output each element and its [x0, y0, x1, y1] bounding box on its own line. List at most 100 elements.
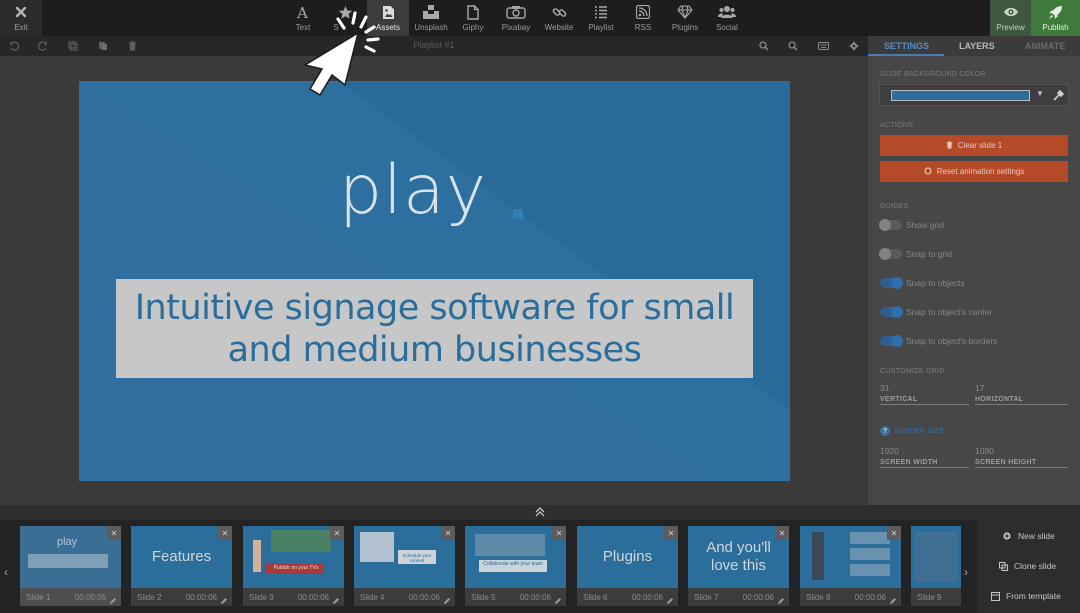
slide-thumbnail-3[interactable]: Publish on your TVs ✕ Slide 3 00:00:06	[243, 526, 344, 606]
tab-animate[interactable]: ANIMATE	[1025, 41, 1065, 51]
slide-thumbnail-5[interactable]: Collaborate with your team ✕ Slide 5 00:…	[465, 526, 566, 606]
close-icon[interactable]: ✕	[775, 526, 789, 540]
close-icon[interactable]: ✕	[664, 526, 678, 540]
snap-center-toggle-row[interactable]: Snap to object's center	[880, 305, 992, 319]
tab-settings[interactable]: SETTINGS	[884, 41, 929, 51]
pencil-icon[interactable]	[332, 592, 340, 606]
clone-slide-button[interactable]: Clone slide	[998, 556, 1056, 576]
thumb-image-grid	[271, 530, 331, 552]
close-icon[interactable]: ✕	[107, 526, 121, 540]
slide-thumbnail-2[interactable]: Features ✕ Slide 2 00:00:06	[131, 526, 232, 606]
thumb-footer: Slide 4 00:00:06	[354, 588, 455, 606]
clear-slide-label: Clear slide 1	[957, 141, 1003, 150]
rss-icon	[636, 4, 650, 20]
canvas-area[interactable]: play Intuitive signage software for smal…	[0, 56, 868, 505]
chevron-down-icon[interactable]: ▼	[1036, 89, 1044, 98]
pencil-icon[interactable]	[666, 592, 674, 606]
new-slide-button[interactable]: New slide	[1002, 526, 1055, 546]
slide-logo-text[interactable]: play	[339, 151, 487, 230]
pixabay-tool-button[interactable]: Pixabay	[498, 0, 534, 36]
slide-thumbnail-1[interactable]: play ✕ Slide 1 00:00:05	[20, 526, 121, 606]
screen-width-value: 1920	[880, 446, 899, 456]
publish-button[interactable]: Publish	[1031, 0, 1080, 36]
pencil-icon[interactable]	[109, 592, 117, 606]
screen-size-help[interactable]: ? SCREEN SIZE	[880, 426, 944, 436]
bg-color-picker[interactable]: ▼	[879, 84, 1069, 106]
eyedropper-icon[interactable]	[1052, 89, 1065, 107]
slide-thumbnail-7[interactable]: And you'll love this ✕ Slide 7 00:00:06	[688, 526, 789, 606]
giphy-tool-label: Giphy	[462, 23, 484, 32]
slide-name: Slide 8	[806, 593, 831, 602]
playlist-tool-label: Playlist	[588, 23, 614, 32]
bg-color-heading: SLIDE BACKGROUND COLOR	[880, 71, 986, 78]
pencil-icon[interactable]	[554, 592, 562, 606]
circle-icon	[924, 166, 932, 177]
slide-thumbnail-4[interactable]: Schedule your content ✕ Slide 4 00:00:06	[354, 526, 455, 606]
grid-vertical-value: 31	[880, 383, 890, 393]
screen-height-label: SCREEN HEIGHT	[975, 459, 1037, 466]
slide-name: Slide 1	[26, 593, 51, 602]
zoom-in-icon[interactable]	[757, 39, 771, 53]
tab-layers[interactable]: LAYERS	[959, 41, 995, 51]
grid-vertical-field[interactable]: 31 VERTICAL	[880, 383, 969, 405]
slide-filmstrip: ‹ play ✕ Slide 1 00:00:05 Features ✕ Sli…	[0, 520, 1080, 613]
close-icon[interactable]: ✕	[887, 526, 901, 540]
grid-horizontal-field[interactable]: 17 HORIZONTAL	[975, 383, 1068, 405]
zoom-out-icon[interactable]	[786, 39, 800, 53]
reset-animation-button[interactable]: Reset animation settings	[880, 161, 1068, 182]
slide-name: Slide 6	[583, 593, 608, 602]
slide-canvas[interactable]: play Intuitive signage software for smal…	[79, 81, 790, 481]
slide-duration: 00:00:06	[631, 593, 663, 602]
preview-button[interactable]: Preview	[990, 0, 1031, 36]
plugins-tool-button[interactable]: Plugins	[667, 0, 703, 36]
bg-color-swatch[interactable]	[891, 90, 1030, 101]
snap-borders-toggle-row[interactable]: Snap to object's borders	[880, 334, 997, 348]
snap-center-toggle[interactable]	[880, 306, 903, 318]
playlist-tool-button[interactable]: Playlist	[583, 0, 619, 36]
website-tool-button[interactable]: Website	[539, 0, 579, 36]
screen-width-field[interactable]: 1920 SCREEN WIDTH	[880, 446, 969, 468]
social-tool-button[interactable]: Social	[710, 0, 744, 36]
actions-heading: ACTIONS	[880, 122, 914, 129]
pencil-icon[interactable]	[443, 592, 451, 606]
unsplash-tool-button[interactable]: Unsplash	[411, 0, 451, 36]
snap-grid-toggle-row[interactable]: Snap to grid	[879, 247, 952, 261]
chevron-left-icon[interactable]: ‹	[4, 565, 8, 579]
thumb-footer: Slide 2 00:00:06	[131, 588, 232, 606]
clear-slide-button[interactable]: Clear slide 1	[880, 135, 1068, 156]
keyboard-icon[interactable]	[816, 39, 830, 53]
snap-objects-toggle[interactable]	[880, 277, 903, 289]
close-icon[interactable]: ✕	[218, 526, 232, 540]
show-grid-toggle[interactable]	[879, 219, 902, 231]
slide-thumbnail-9[interactable]: Slide 9	[911, 526, 961, 606]
snap-borders-label: Snap to object's borders	[906, 336, 998, 346]
rss-tool-button[interactable]: RSS	[626, 0, 660, 36]
giphy-tool-button[interactable]: Giphy	[456, 0, 490, 36]
screen-height-field[interactable]: 1080 SCREEN HEIGHT	[975, 446, 1068, 468]
pencil-icon[interactable]	[220, 592, 228, 606]
close-icon[interactable]: ✕	[330, 526, 344, 540]
slide-duration: 00:00:06	[742, 593, 774, 602]
slide-thumbnail-6[interactable]: Plugins ✕ Slide 6 00:00:06	[577, 526, 678, 606]
chevron-right-icon[interactable]: ›	[964, 565, 968, 579]
slide-thumbnail-8[interactable]: ✕ Slide 8 00:00:06	[800, 526, 901, 606]
pencil-icon[interactable]	[777, 592, 785, 606]
guides-heading: GUIDES	[880, 203, 909, 210]
close-icon[interactable]: ✕	[441, 526, 455, 540]
show-grid-toggle-row[interactable]: Show grid	[879, 218, 944, 232]
close-icon[interactable]: ✕	[552, 526, 566, 540]
playlist-title[interactable]: Playlist #1	[0, 40, 868, 50]
from-template-button[interactable]: From template	[990, 586, 1061, 606]
thumb-footer: Slide 7 00:00:06	[688, 588, 789, 606]
thumb-person	[812, 532, 824, 580]
grid-horizontal-value: 17	[975, 383, 985, 393]
snap-grid-toggle[interactable]	[879, 248, 902, 260]
pencil-icon[interactable]	[889, 592, 897, 606]
snap-borders-toggle[interactable]	[880, 335, 903, 347]
snap-objects-toggle-row[interactable]: Snap to objects	[880, 276, 965, 290]
slide-caption-box[interactable]: Intuitive signage software for small and…	[116, 279, 753, 378]
diamond-icon	[677, 4, 693, 20]
filmstrip-toggle[interactable]	[0, 505, 1080, 520]
exit-button[interactable]: Exit	[0, 0, 42, 36]
settings-gear-icon[interactable]	[847, 39, 861, 53]
